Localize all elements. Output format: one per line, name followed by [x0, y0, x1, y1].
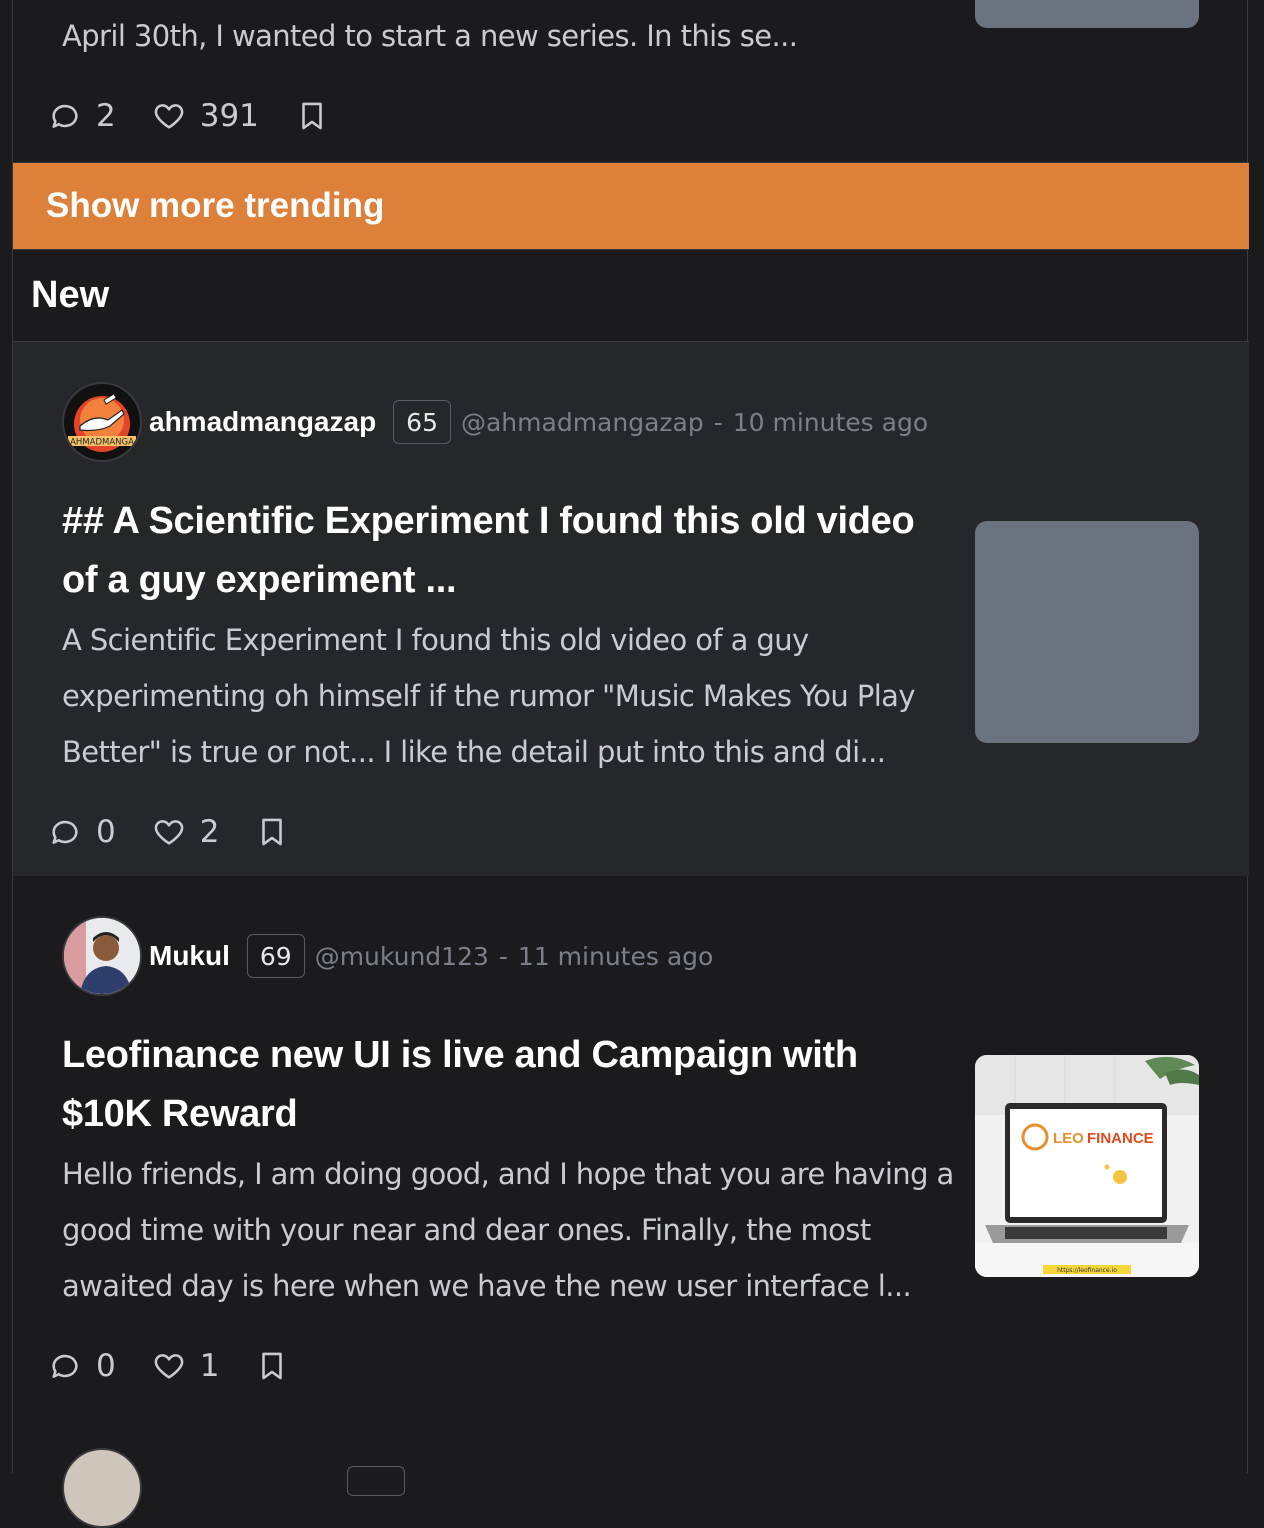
comment-button[interactable]: 0: [48, 1348, 116, 1384]
like-count: 391: [199, 98, 259, 134]
reputation-badge: 69: [246, 934, 305, 978]
post-thumbnail-placeholder[interactable]: [975, 521, 1199, 743]
post-actions: 0 1: [48, 1346, 289, 1386]
post-timestamp: 11 minutes ago: [517, 941, 714, 971]
post-excerpt: A Scientific Experiment I found this old…: [62, 612, 962, 780]
heart-icon: [154, 820, 184, 845]
meta-separator: -: [713, 407, 723, 437]
comment-icon: [52, 820, 78, 844]
like-count: 1: [199, 1348, 220, 1384]
like-count: 2: [199, 814, 220, 850]
reputation-badge: [347, 1466, 405, 1496]
bookmark-button[interactable]: [255, 1349, 289, 1383]
bookmark-button[interactable]: [295, 99, 329, 133]
bookmark-icon: [262, 1352, 283, 1380]
post-excerpt-line: Better" is true or not... I like the det…: [62, 735, 886, 769]
avatar[interactable]: [62, 1448, 142, 1528]
section-title: New: [13, 250, 1249, 342]
reputation-badge: 65: [393, 400, 451, 444]
author-name[interactable]: ahmadmangazap: [149, 406, 376, 438]
bookmark-button[interactable]: [255, 815, 289, 849]
avatar-lettering: AHMADMANGA: [70, 438, 134, 448]
comment-button[interactable]: 2: [48, 98, 116, 134]
feed-column: April 30th, I wanted to start a new seri…: [12, 0, 1249, 1528]
meta-separator: -: [498, 941, 508, 971]
post-title[interactable]: Leofinance new UI is live and Campaign w…: [62, 1026, 962, 1144]
heart-icon: [154, 1354, 184, 1379]
like-button[interactable]: 1: [152, 1348, 220, 1384]
bookmark-icon: [262, 818, 283, 846]
post-timestamp: 10 minutes ago: [732, 407, 929, 437]
post-actions: 2 391: [48, 96, 329, 136]
brand-finance-text: FINANCE: [1087, 1130, 1154, 1147]
show-more-trending-button[interactable]: Show more trending: [13, 162, 1249, 250]
bookmark-icon: [302, 102, 322, 130]
comment-count: 2: [96, 98, 116, 134]
post-actions: 0 2: [48, 812, 289, 852]
avatar[interactable]: [62, 916, 142, 996]
post-thumbnail[interactable]: LEO FINANCE https://leofinance.io: [975, 1055, 1199, 1277]
post-excerpt-line: experimenting oh himself if the rumor "M…: [62, 679, 916, 713]
post-excerpt-line: good time with your near and dear ones. …: [62, 1213, 871, 1247]
avatar[interactable]: AHMADMANGA: [62, 382, 142, 462]
post-card[interactable]: AHMADMANGA ahmadmangazap 65 @ahmadmangaz…: [13, 342, 1249, 876]
post-title-line: $10K Reward: [62, 1093, 298, 1135]
post-excerpt-line: awaited day is here when we have the new…: [62, 1269, 912, 1303]
post-title-line: Leofinance new UI is live and Campaign w…: [62, 1034, 858, 1076]
comment-button[interactable]: 0: [48, 814, 116, 850]
author-name[interactable]: Mukul: [149, 940, 230, 972]
laptop-image: LEO FINANCE https://leofinance.io: [975, 1055, 1199, 1277]
post-title-line: ## A Scientific Experiment I found this …: [62, 500, 915, 542]
author-handle[interactable]: @mukund123: [315, 942, 489, 971]
post-thumbnail-placeholder[interactable]: [975, 0, 1199, 28]
like-button[interactable]: 391: [152, 98, 259, 134]
comment-icon: [52, 1354, 78, 1378]
post-author-row: Mukul 69 @mukund123 - 11 minutes ago: [62, 916, 713, 996]
comment-count: 0: [96, 1348, 116, 1384]
comment-count: 0: [96, 814, 116, 850]
comment-icon: [52, 104, 78, 128]
post-excerpt: Hello friends, I am doing good, and I ho…: [62, 1146, 962, 1314]
post-excerpt-line: Hello friends, I am doing good, and I ho…: [62, 1157, 954, 1191]
avatar-image: AHMADMANGA: [64, 384, 140, 460]
thumb-url-text: https://leofinance.io: [1057, 1267, 1117, 1274]
like-button[interactable]: 2: [152, 814, 220, 850]
post-author-row: AHMADMANGA ahmadmangazap 65 @ahmadmangaz…: [62, 382, 928, 462]
avatar-image: [64, 918, 140, 994]
brand-leo-text: LEO: [1053, 1130, 1084, 1147]
post-excerpt-line: A Scientific Experiment I found this old…: [62, 623, 809, 657]
post-card[interactable]: Mukul 69 @mukund123 - 11 minutes ago Leo…: [13, 876, 1249, 1436]
post-title-line: of a guy experiment ...: [62, 559, 457, 601]
post-excerpt: April 30th, I wanted to start a new seri…: [62, 19, 798, 53]
heart-icon: [154, 104, 184, 129]
post-title[interactable]: ## A Scientific Experiment I found this …: [62, 492, 982, 610]
author-handle[interactable]: @ahmadmangazap: [461, 408, 704, 437]
